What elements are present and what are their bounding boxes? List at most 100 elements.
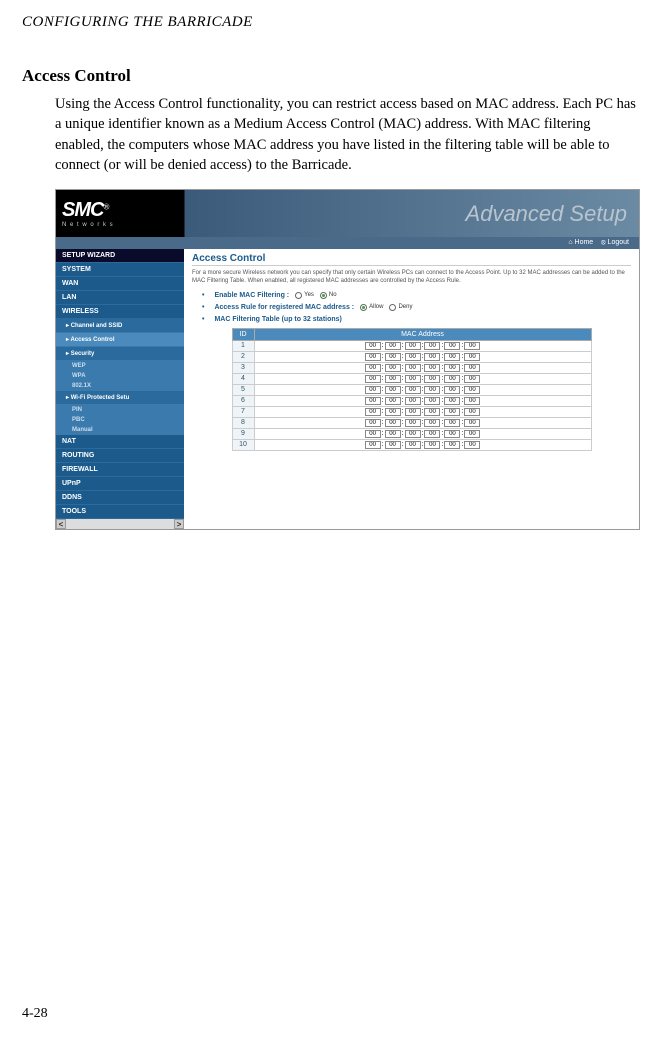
logout-icon[interactable]: ⦻ [601, 239, 608, 246]
sidebar-access-control[interactable]: ▸ Access Control [56, 333, 184, 347]
mac-octet-input[interactable] [365, 430, 381, 438]
mac-octet-input[interactable] [405, 430, 421, 438]
mac-octet-input[interactable] [444, 441, 460, 449]
sidebar-lan[interactable]: LAN [56, 291, 184, 305]
body-paragraph: Using the Access Control functionality, … [0, 86, 640, 175]
sidebar-wireless[interactable]: WIRELESS [56, 305, 184, 319]
mac-octet-input[interactable] [405, 397, 421, 405]
mac-octet-input[interactable] [464, 375, 480, 383]
scroll-right-icon[interactable]: > [174, 519, 184, 529]
logout-link[interactable]: Logout [608, 239, 629, 246]
mac-octet-input[interactable] [385, 364, 401, 372]
sidebar-pin[interactable]: PIN [56, 405, 184, 415]
col-mac: MAC Address [254, 328, 591, 340]
mac-octet-input[interactable] [424, 397, 440, 405]
mac-octet-input[interactable] [424, 408, 440, 416]
home-link[interactable]: Home [575, 239, 594, 246]
mac-octet-input[interactable] [444, 408, 460, 416]
mac-octet-input[interactable] [444, 342, 460, 350]
mac-octet-input[interactable] [405, 441, 421, 449]
mac-octet-input[interactable] [424, 386, 440, 394]
mac-octet-input[interactable] [365, 364, 381, 372]
mac-octet-input[interactable] [464, 441, 480, 449]
mac-octet-input[interactable] [405, 386, 421, 394]
sidebar-ddns[interactable]: DDNS [56, 491, 184, 505]
separator: : [441, 364, 443, 371]
mac-octet-input[interactable] [365, 419, 381, 427]
mac-octet-input[interactable] [464, 386, 480, 394]
mac-octet-input[interactable] [365, 342, 381, 350]
mac-octet-input[interactable] [424, 375, 440, 383]
mac-octet-input[interactable] [464, 342, 480, 350]
mac-octet-input[interactable] [385, 430, 401, 438]
mac-octet-input[interactable] [405, 353, 421, 361]
scroll-left-icon[interactable]: < [56, 519, 66, 529]
mac-octet-input[interactable] [365, 386, 381, 394]
mac-octet-input[interactable] [365, 408, 381, 416]
separator: : [402, 441, 404, 448]
mac-octet-input[interactable] [444, 364, 460, 372]
radio-no[interactable]: No [320, 292, 337, 299]
mac-octet-input[interactable] [385, 397, 401, 405]
separator: : [422, 419, 424, 426]
mac-octet-input[interactable] [385, 342, 401, 350]
mac-octet-input[interactable] [464, 419, 480, 427]
mac-octet-input[interactable] [424, 364, 440, 372]
mac-octet-input[interactable] [405, 375, 421, 383]
mac-octet-input[interactable] [405, 342, 421, 350]
sidebar-tools[interactable]: TOOLS [56, 505, 184, 519]
sidebar-nat[interactable]: NAT [56, 435, 184, 449]
sidebar-wpa[interactable]: WPA [56, 371, 184, 381]
mac-octet-input[interactable] [444, 353, 460, 361]
mac-octet-input[interactable] [385, 419, 401, 427]
mac-octet-input[interactable] [424, 342, 440, 350]
sidebar-setup-wizard[interactable]: SETUP WIZARD [56, 249, 184, 263]
mac-octet-input[interactable] [405, 364, 421, 372]
mac-octet-input[interactable] [464, 397, 480, 405]
mac-octet-input[interactable] [444, 375, 460, 383]
sidebar-8021x[interactable]: 802.1X [56, 381, 184, 391]
mac-octet-input[interactable] [385, 408, 401, 416]
sidebar-security[interactable]: ▸ Security [56, 347, 184, 361]
mac-octet-input[interactable] [444, 419, 460, 427]
mac-cell: ::::: [254, 362, 591, 373]
mac-octet-input[interactable] [385, 386, 401, 394]
mac-octet-input[interactable] [365, 375, 381, 383]
enable-mac-row: •Enable MAC Filtering : Yes No [202, 292, 631, 299]
mac-octet-input[interactable] [444, 386, 460, 394]
mac-octet-input[interactable] [444, 397, 460, 405]
sidebar-firewall[interactable]: FIREWALL [56, 463, 184, 477]
sidebar-channel-ssid[interactable]: ▸ Channel and SSID [56, 319, 184, 333]
sidebar-routing[interactable]: ROUTING [56, 449, 184, 463]
mac-octet-input[interactable] [405, 419, 421, 427]
mac-octet-input[interactable] [385, 441, 401, 449]
mac-octet-input[interactable] [385, 353, 401, 361]
mac-octet-input[interactable] [464, 408, 480, 416]
mac-octet-input[interactable] [365, 353, 381, 361]
mac-octet-input[interactable] [424, 419, 440, 427]
mac-octet-input[interactable] [424, 430, 440, 438]
mac-octet-input[interactable] [464, 364, 480, 372]
sidebar-wep[interactable]: WEP [56, 361, 184, 371]
sidebar-wan[interactable]: WAN [56, 277, 184, 291]
mac-octet-input[interactable] [464, 430, 480, 438]
mac-octet-input[interactable] [444, 430, 460, 438]
separator: : [461, 353, 463, 360]
sidebar-scrollbar[interactable]: < > [56, 519, 184, 529]
radio-allow[interactable]: Allow [360, 304, 383, 311]
mac-octet-input[interactable] [424, 353, 440, 361]
mac-octet-input[interactable] [365, 397, 381, 405]
mac-octet-input[interactable] [405, 408, 421, 416]
sidebar-manual[interactable]: Manual [56, 425, 184, 435]
col-id: ID [232, 328, 254, 340]
sidebar-upnp[interactable]: UPnP [56, 477, 184, 491]
sidebar-wifi-protected[interactable]: ▸ Wi-Fi Protected Setu [56, 391, 184, 405]
radio-deny[interactable]: Deny [389, 304, 412, 311]
sidebar-pbc[interactable]: PBC [56, 415, 184, 425]
sidebar-system[interactable]: SYSTEM [56, 263, 184, 277]
mac-octet-input[interactable] [385, 375, 401, 383]
radio-yes[interactable]: Yes [295, 292, 314, 299]
mac-octet-input[interactable] [365, 441, 381, 449]
mac-octet-input[interactable] [424, 441, 440, 449]
mac-octet-input[interactable] [464, 353, 480, 361]
